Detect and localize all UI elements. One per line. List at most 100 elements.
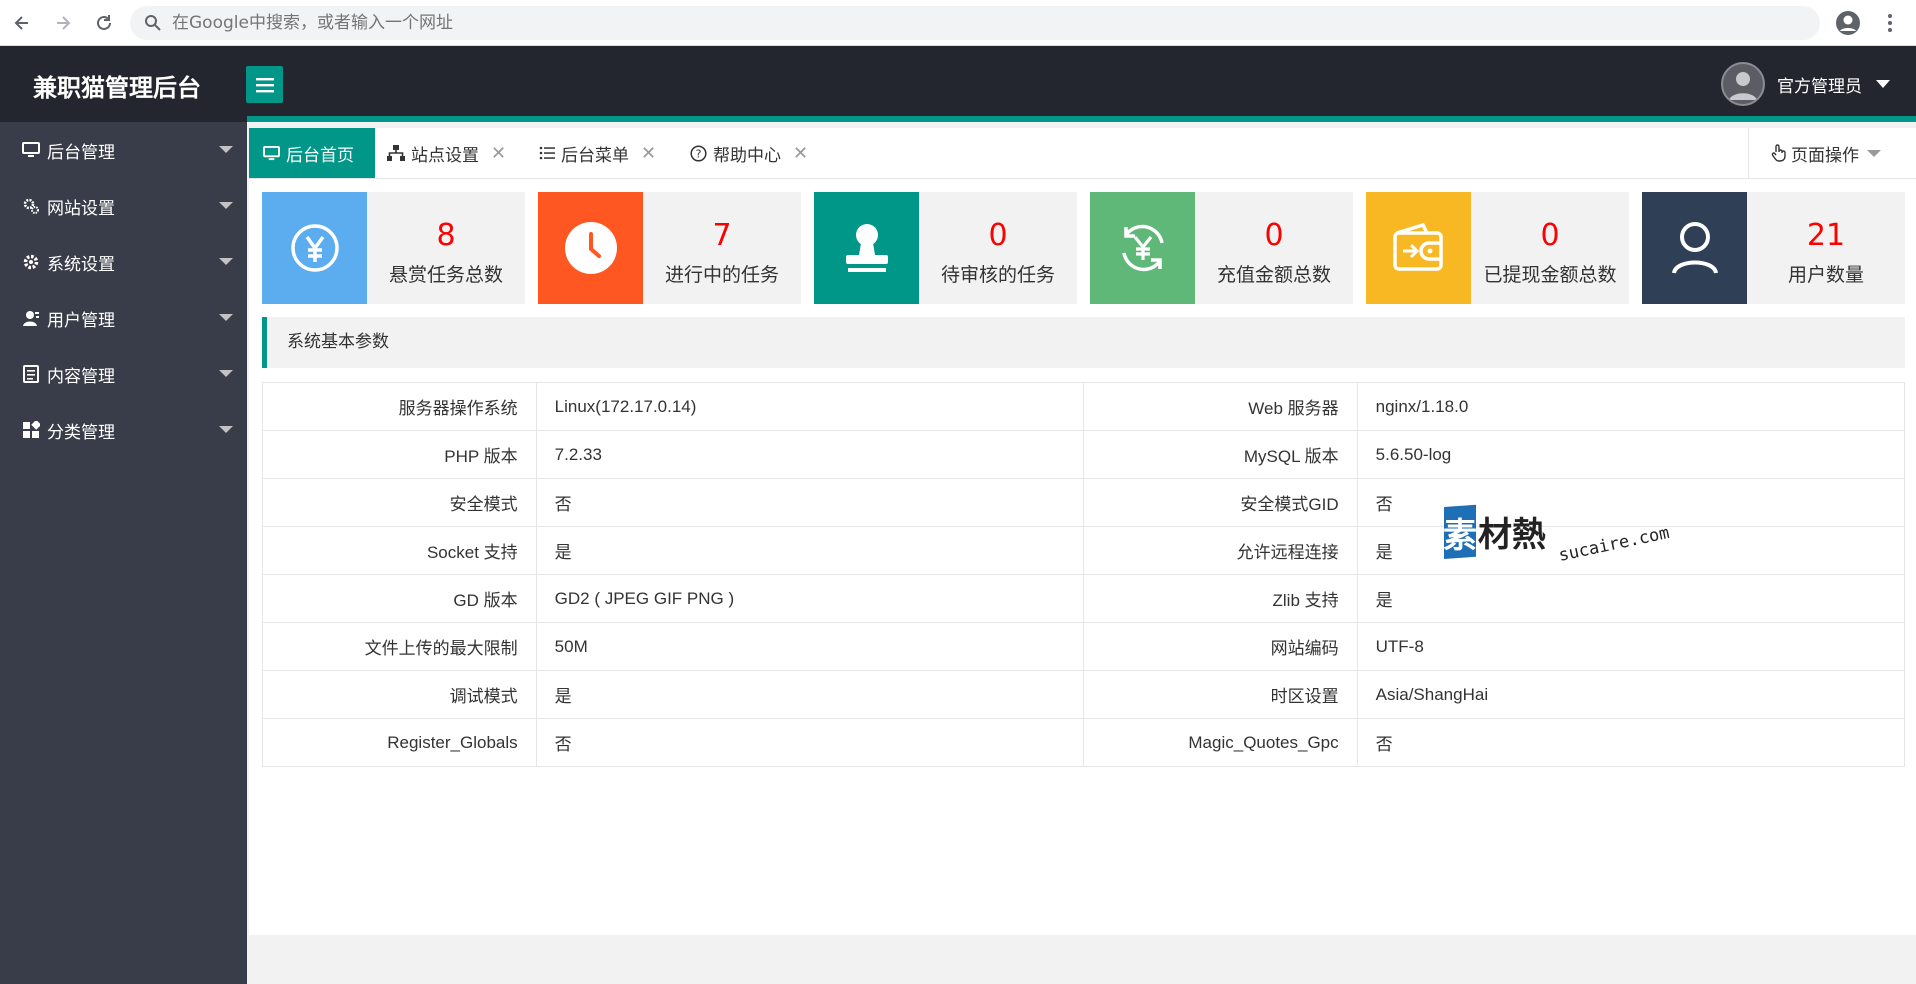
- param-value: 否: [535, 718, 1084, 767]
- param-name: Zlib 支持: [1082, 574, 1358, 623]
- page-ops-label: 页面操作: [1791, 145, 1859, 166]
- param-name: GD 版本: [262, 574, 537, 623]
- chevron-down-icon: [219, 258, 233, 265]
- wallet-icon: [1366, 192, 1471, 304]
- main-content: 8 悬赏任务总数 7 进行中的任务 0 待审核的任务 0 充值金额总数 0 已提…: [249, 179, 1916, 935]
- sitemap-icon: [387, 145, 405, 161]
- param-value: 是: [535, 526, 1084, 575]
- param-name: PHP 版本: [262, 430, 537, 479]
- tab-dashboard[interactable]: 后台首页: [249, 128, 375, 178]
- param-name: Web 服务器: [1082, 382, 1358, 431]
- reload-button[interactable]: [90, 9, 118, 37]
- param-value: 否: [535, 478, 1084, 527]
- sidebar-item-label: 分类管理: [47, 422, 115, 443]
- param-name: 时区设置: [1082, 670, 1358, 719]
- param-name: Magic_Quotes_Gpc: [1082, 718, 1358, 767]
- tab-label: 帮助中心: [713, 145, 781, 166]
- param-name: 允许远程连接: [1082, 526, 1358, 575]
- profile-button[interactable]: [1834, 9, 1862, 37]
- param-value: 7.2.33: [535, 430, 1084, 479]
- browser-menu-button[interactable]: [1876, 9, 1904, 37]
- sidebar-item-system-settings[interactable]: 系统设置: [0, 234, 247, 290]
- param-name: Socket 支持: [262, 526, 537, 575]
- arrow-left-icon: [14, 16, 28, 30]
- param-name: 文件上传的最大限制: [262, 622, 537, 671]
- monitor-icon: [263, 145, 280, 161]
- sidebar-item-categories[interactable]: 分类管理: [0, 402, 247, 458]
- menu-toggle-button[interactable]: [246, 66, 283, 103]
- tab-help-center[interactable]: ? 帮助中心 ✕: [690, 128, 808, 178]
- param-name: 安全模式GID: [1082, 478, 1358, 527]
- table-row: PHP 版本 7.2.33 MySQL 版本 5.6.50-log: [262, 430, 1906, 479]
- url-input[interactable]: [172, 6, 1772, 40]
- header-accent-line: [247, 116, 1916, 122]
- close-icon[interactable]: ✕: [641, 143, 656, 164]
- stamp-icon: [814, 192, 919, 304]
- stat-card-withdrawn-total: 0 已提现金额总数: [1366, 192, 1629, 304]
- user-menu[interactable]: 官方管理员: [1721, 62, 1890, 106]
- param-name: 调试模式: [262, 670, 537, 719]
- param-value: 50M: [535, 622, 1084, 671]
- sidebar-item-label: 系统设置: [47, 254, 115, 275]
- sidebar-item-content[interactable]: 内容管理: [0, 346, 247, 402]
- stat-label: 悬赏任务总数: [388, 264, 503, 286]
- stat-label: 用户数量: [1787, 264, 1864, 286]
- stat-card-user-count: 21 用户数量: [1642, 192, 1905, 304]
- hand-pointer-icon: [1771, 144, 1787, 162]
- yen-circle-icon: [262, 192, 367, 304]
- app-header: 兼职猫管理后台 官方管理员: [0, 46, 1916, 122]
- clock-icon: [538, 192, 643, 304]
- tab-label: 站点设置: [411, 145, 479, 166]
- stat-value: 8: [436, 218, 456, 253]
- table-row: 服务器操作系统 Linux(172.17.0.14) Web 服务器 nginx/1.…: [262, 382, 1906, 431]
- stat-label: 已提现金额总数: [1483, 264, 1617, 286]
- stat-card-pending-review: 0 待审核的任务: [814, 192, 1077, 304]
- stat-value: 0: [988, 218, 1008, 253]
- tab-site-settings[interactable]: 站点设置 ✕: [387, 128, 506, 178]
- sidebar-item-label: 后台管理: [47, 142, 115, 163]
- account-icon: [1836, 11, 1860, 35]
- param-name: Register_Globals: [262, 718, 537, 767]
- tab-bar: 后台首页 站点设置 ✕ 后台菜单 ✕ ? 帮助中心 ✕ 页面操作: [249, 128, 1916, 179]
- close-icon[interactable]: ✕: [793, 143, 808, 164]
- gears-icon: [21, 196, 41, 216]
- chevron-down-icon: [1876, 80, 1890, 88]
- param-value: nginx/1.18.0: [1356, 382, 1906, 431]
- stat-value: 21: [1806, 218, 1846, 253]
- watermark-logo: 素 材熱 sucaire.com: [1443, 504, 1694, 574]
- kebab-menu-icon: [1888, 14, 1892, 32]
- sidebar-item-website-settings[interactable]: 网站设置: [0, 178, 247, 234]
- svg-text:素: 素: [1444, 516, 1477, 556]
- param-value: UTF-8: [1356, 622, 1906, 671]
- yen-refresh-icon: [1090, 192, 1195, 304]
- help-icon: ?: [690, 144, 707, 162]
- hamburger-icon: [255, 77, 274, 92]
- sidebar: 后台管理 网站设置 系统设置 用户管理 内容管理 分类管理: [0, 122, 247, 984]
- browser-toolbar: [0, 0, 1916, 46]
- close-icon[interactable]: ✕: [491, 143, 506, 164]
- table-row: 调试模式是时区设置 Asia/ShangHai: [262, 670, 1906, 719]
- table-row: GD 版本 GD2 ( JPEG GIF PNG ) Zlib 支持是: [262, 574, 1906, 623]
- person-icon: [1642, 192, 1747, 304]
- address-bar[interactable]: [130, 6, 1820, 40]
- gear-icon: [21, 252, 41, 272]
- section-title: 系统基本参数: [262, 317, 1905, 368]
- sidebar-item-users[interactable]: 用户管理: [0, 290, 247, 346]
- back-button[interactable]: [8, 9, 36, 37]
- stat-value: 0: [1540, 218, 1560, 253]
- user-icon: [21, 308, 41, 328]
- user-avatar-icon: [1729, 72, 1757, 100]
- page-operations-dropdown[interactable]: 页面操作: [1748, 128, 1916, 178]
- list-icon: [539, 145, 555, 161]
- chevron-down-icon: [219, 314, 233, 321]
- param-name: 网站编码: [1082, 622, 1358, 671]
- param-name: 安全模式: [262, 478, 537, 527]
- app-title: 兼职猫管理后台: [33, 74, 201, 102]
- sidebar-item-label: 内容管理: [47, 366, 115, 387]
- param-name: 服务器操作系统: [262, 382, 537, 431]
- forward-button[interactable]: [49, 9, 77, 37]
- chevron-down-icon: [219, 370, 233, 377]
- tab-admin-menu[interactable]: 后台菜单 ✕: [539, 128, 656, 178]
- sidebar-item-admin[interactable]: 后台管理: [0, 122, 247, 178]
- footer-area: [249, 935, 1916, 984]
